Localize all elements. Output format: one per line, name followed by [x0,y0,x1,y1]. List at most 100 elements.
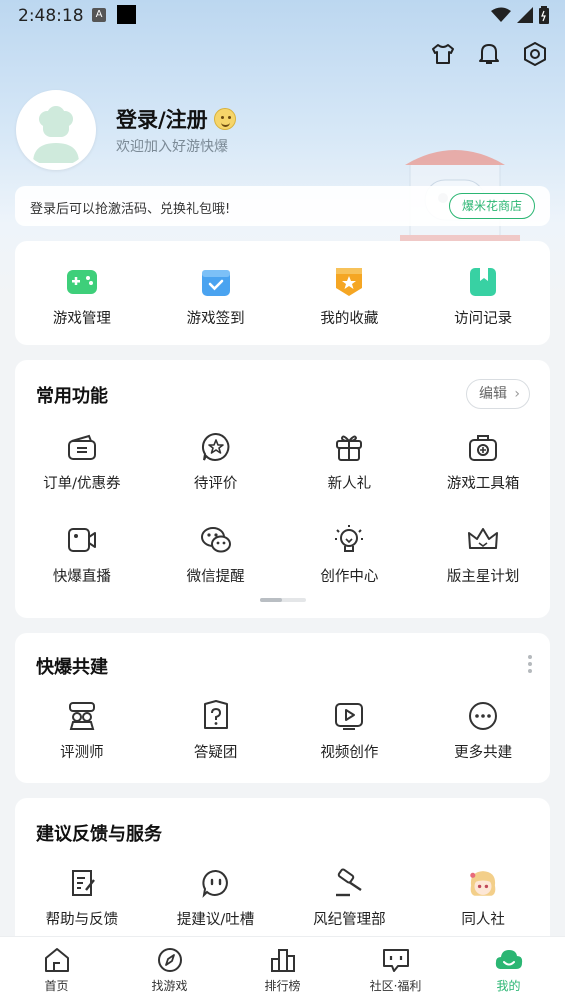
entry-label: 答疑团 [193,745,238,761]
entry-label: 帮助与反馈 [45,912,119,928]
help-feedback-entry[interactable]: 帮助与反馈 [15,866,149,929]
calendar-check-icon [199,265,233,299]
bell-icon[interactable] [477,40,501,68]
nav-home[interactable]: 首页 [0,937,113,1004]
moderator-star-plan-entry[interactable]: 版主星计划 [416,523,550,586]
avatar[interactable] [16,90,96,170]
chevron-right-icon: › [514,386,520,402]
qa-team-entry[interactable]: 答疑团 [149,699,283,762]
video-play-icon [332,699,366,733]
header-actions [431,40,547,68]
common-functions-card: 常用功能 编辑 › 订单/优惠券 待评价 新人礼 游戏工具箱 快爆直播 微信提醒… [15,360,550,618]
feedback-grid: 帮助与反馈 提建议/吐槽 风纪管理部 同人社 [15,866,550,929]
section-title: 常用功能 [36,386,108,407]
entry-label: 待评价 [193,476,238,492]
nav-community-welfare[interactable]: 社区·福利 [339,937,452,1004]
nav-ranking[interactable]: 排行榜 [226,937,339,1004]
entry-label: 新人礼 [327,476,372,492]
nav-label: 首页 [44,979,69,993]
edit-label: 编辑 [479,386,507,402]
reviewer-icon [65,699,99,733]
entry-label: 同人社 [461,912,505,928]
promo-text: 登录后可以抢激活码、兑换礼包哦! [30,202,231,217]
game-checkin-entry[interactable]: 游戏签到 [149,265,283,328]
entry-label: 视频创作 [320,745,379,761]
feedback-card: 建议反馈与服务 帮助与反馈 提建议/吐槽 风纪管理部 同人社 [15,798,550,958]
login-subtitle: 欢迎加入好游快爆 [116,139,228,155]
bookmark-icon [466,265,500,299]
entry-label: 风纪管理部 [313,912,386,928]
entry-label: 游戏工具箱 [446,476,520,492]
entry-label: 游戏签到 [186,311,245,327]
nav-mine[interactable]: 我的 [452,937,565,1004]
video-creation-entry[interactable]: 视频创作 [283,699,417,762]
section-title: 快爆共建 [36,657,108,678]
status-time: 2:48:18 [18,6,84,26]
entry-label: 创作中心 [320,569,379,585]
entry-label: 微信提醒 [186,569,245,585]
common-grid-row-2: 快爆直播 微信提醒 创作中心 版主星计划 [15,523,550,586]
pending-review-entry[interactable]: 待评价 [149,430,283,493]
gamepad-icon [65,265,99,299]
mine-cloud-icon [495,950,522,969]
game-toolbox-entry[interactable]: 游戏工具箱 [416,430,550,493]
keyboard-indicator-icon: A [92,8,106,22]
orders-coupons-entry[interactable]: 订单/优惠券 [15,430,149,493]
popcorn-shop-button[interactable]: 爆米花商店 [448,193,535,219]
ranking-icon [270,949,295,972]
gavel-icon [332,866,366,900]
game-management-entry[interactable]: 游戏管理 [15,265,149,328]
lightbulb-icon [332,523,366,557]
wifi-icon [491,7,511,22]
creation-center-entry[interactable]: 创作中心 [283,523,417,586]
entry-label: 我的收藏 [320,311,379,327]
login-title-text: 登录/注册 [116,108,208,132]
visit-history-entry[interactable]: 访问记录 [416,265,550,328]
entry-label: 评测师 [60,745,104,761]
nav-label: 排行榜 [264,979,301,993]
settings-hex-icon[interactable] [523,40,547,68]
more-circle-icon [466,699,500,733]
my-favorites-entry[interactable]: 我的收藏 [283,265,417,328]
suggestion-entry[interactable]: 提建议/吐槽 [149,866,283,929]
login-register-link[interactable]: 登录/注册 [116,104,236,134]
help-doc-icon [65,866,99,900]
wechat-reminder-entry[interactable]: 微信提醒 [149,523,283,586]
compass-icon [157,948,182,972]
entry-label: 访问记录 [454,311,513,327]
entry-label: 提建议/吐槽 [176,912,255,928]
newcomer-gift-entry[interactable]: 新人礼 [283,430,417,493]
anime-avatar-icon [466,866,500,900]
promo-bar: 登录后可以抢激活码、兑换礼包哦! 爆米花商店 [15,186,550,226]
section-title: 建议反馈与服务 [36,824,162,845]
reviewer-entry[interactable]: 评测师 [15,699,149,762]
battery-icon [539,6,549,24]
question-shield-icon [199,699,233,733]
discipline-dept-entry[interactable]: 风纪管理部 [283,866,417,929]
more-vertical-icon[interactable] [528,655,532,676]
cobuild-grid: 评测师 答疑团 视频创作 更多共建 [15,699,550,762]
star-badge-icon [332,265,366,299]
default-avatar-icon [19,93,93,167]
entry-label: 快爆直播 [52,569,111,585]
quick-entries-card: 游戏管理 游戏签到 我的收藏 访问记录 [15,241,550,345]
more-cobuild-entry[interactable]: 更多共建 [416,699,550,762]
signal-icon [517,7,533,23]
entry-label: 游戏管理 [52,311,111,327]
gift-icon [332,430,366,464]
video-camera-icon [65,523,99,557]
fan-club-entry[interactable]: 同人社 [416,866,550,929]
edit-button[interactable]: 编辑 › [466,379,530,409]
status-icons [491,6,549,24]
smile-emoji-icon [213,108,236,130]
live-stream-entry[interactable]: 快爆直播 [15,523,149,586]
quick-entries-grid: 游戏管理 游戏签到 我的收藏 访问记录 [15,265,550,328]
notification-square-icon [117,5,136,24]
shirt-icon[interactable] [431,40,455,68]
nav-find-games[interactable]: 找游戏 [113,937,226,1004]
star-chat-icon [199,430,233,464]
entry-label: 更多共建 [454,745,513,761]
cobuild-card: 快爆共建 评测师 答疑团 视频创作 更多共建 [15,633,550,783]
nav-label: 找游戏 [151,979,188,993]
entry-label: 版主星计划 [446,569,520,585]
